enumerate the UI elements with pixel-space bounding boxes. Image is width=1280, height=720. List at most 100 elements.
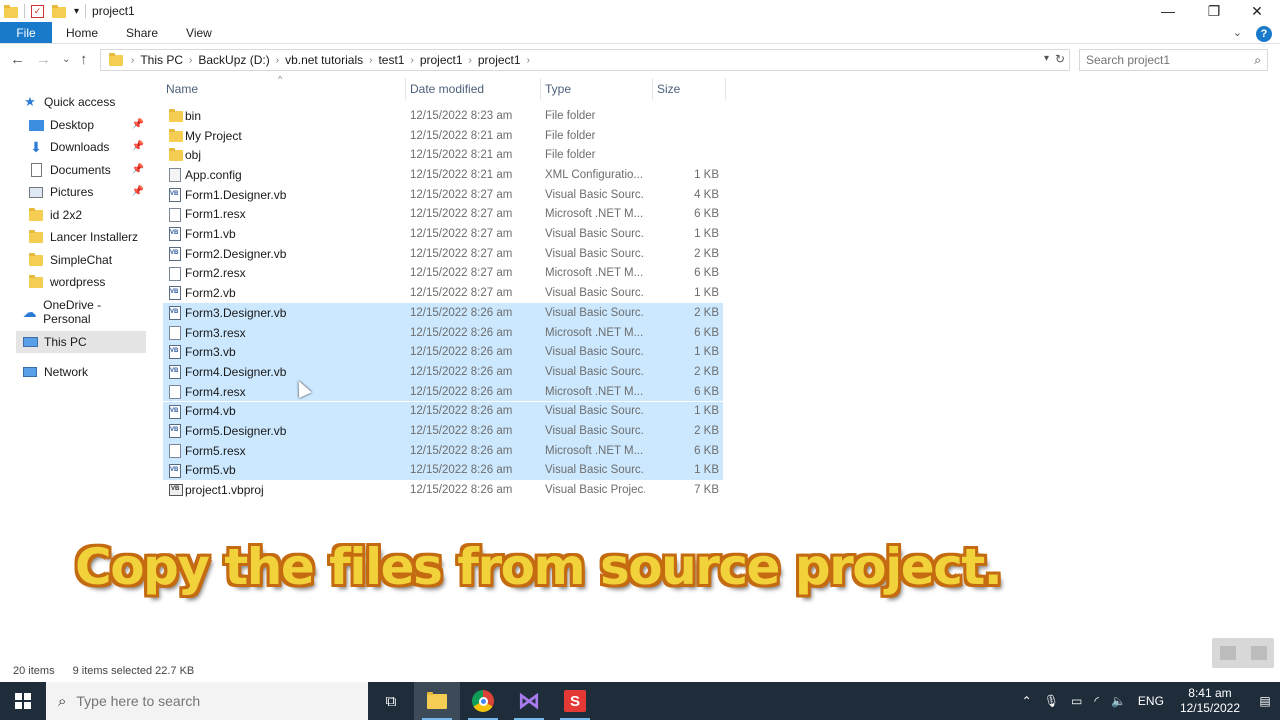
file-row[interactable]: Form4.resx 12/15/2022 8:26 am Microsoft .N… (163, 381, 723, 402)
file-row[interactable]: Form1.resx 12/15/2022 8:27 am Microsoft .N… (163, 205, 723, 225)
nav-item-desktop[interactable]: Desktop 📌 (28, 114, 146, 136)
refresh-icon[interactable]: ↻ (1055, 52, 1065, 66)
file-row[interactable]: bin 12/15/2022 8:23 am File folder (163, 106, 723, 126)
up-arrow-icon[interactable]: ↑ (80, 51, 88, 68)
breadcrumb-test1[interactable]: test1 (374, 53, 408, 67)
address-bar[interactable]: › This PC › BackUpz (D:) › vb.net tutori… (100, 49, 1070, 71)
wifi-icon[interactable]: ◜ (1094, 694, 1099, 708)
recent-locations-icon[interactable]: ⌄ (62, 54, 70, 65)
task-view-button[interactable]: ⧉ (368, 682, 414, 720)
column-divider[interactable] (540, 78, 541, 100)
column-header-type[interactable]: Type (545, 82, 571, 96)
file-row[interactable]: Form3.resx 12/15/2022 8:26 am Microsoft .N… (163, 322, 723, 343)
pin-icon[interactable]: 📌 (132, 141, 144, 152)
properties-icon[interactable]: ✓ (31, 4, 44, 18)
large-icons-view-icon[interactable] (1250, 646, 1267, 660)
file-row[interactable]: Form3.Designer.vb 12/15/2022 8:26 am Visua… (163, 303, 723, 323)
language-indicator[interactable]: ENG (1138, 694, 1164, 708)
breadcrumb-project1[interactable]: project1 (416, 53, 467, 67)
file-explorer-taskbar-button[interactable] (414, 682, 460, 720)
file-row[interactable]: App.config 12/15/2022 8:21 am XML Configur… (163, 165, 723, 185)
visual-studio-taskbar-button[interactable]: ⋈ (506, 682, 552, 720)
volume-icon[interactable]: 🔈 (1111, 694, 1126, 708)
file-row[interactable]: Form2.vb 12/15/2022 8:27 am Visual Basic S… (163, 283, 723, 303)
chevron-right-icon[interactable]: › (274, 55, 281, 66)
nav-item-documents[interactable]: Documents 📌 (28, 159, 146, 181)
chevron-right-icon[interactable]: › (408, 55, 415, 66)
nav-item-onedrive[interactable]: ☁ OneDrive - Personal (22, 298, 146, 326)
file-row[interactable]: Form3.vb 12/15/2022 8:26 am Visual Basic S… (163, 342, 723, 363)
pin-icon[interactable]: 📌 (132, 119, 144, 130)
file-row[interactable]: Form5.resx 12/15/2022 8:26 am Microsoft .N… (163, 440, 723, 461)
new-folder-icon[interactable] (52, 4, 66, 18)
tab-home[interactable]: Home (52, 22, 112, 43)
screen-recorder-taskbar-button[interactable]: S (552, 682, 598, 720)
chevron-right-icon[interactable]: › (187, 55, 194, 66)
taskbar-search[interactable]: ⌕ (46, 682, 368, 720)
notifications-icon[interactable]: ▤ (1250, 694, 1280, 708)
nav-item-simplechat[interactable]: SimpleChat (28, 249, 146, 271)
column-header-date[interactable]: Date modified (410, 82, 484, 96)
pin-icon[interactable]: 📌 (132, 186, 144, 197)
tab-share[interactable]: Share (112, 22, 172, 43)
show-hidden-icons-icon[interactable]: ⌃ (1022, 694, 1032, 708)
back-arrow-icon[interactable]: ← (10, 51, 25, 68)
details-view-icon[interactable] (1219, 646, 1236, 660)
breadcrumb-this-pc[interactable]: This PC (136, 53, 187, 67)
file-name: Form5.Designer.vb (185, 424, 287, 439)
breadcrumb-project1-current[interactable]: project1 (474, 53, 525, 67)
nav-item-network[interactable]: Network (22, 361, 146, 383)
chevron-right-icon[interactable]: › (525, 55, 532, 66)
file-type: File folder (545, 149, 596, 162)
maximize-button[interactable]: ❐ (1191, 0, 1237, 22)
battery-icon[interactable]: ▭ (1071, 694, 1082, 708)
file-row[interactable]: Form2.resx 12/15/2022 8:27 am Microsoft .N… (163, 264, 723, 284)
close-button[interactable]: ✕ (1234, 0, 1280, 22)
column-divider[interactable] (405, 78, 406, 100)
file-row[interactable]: Form1.vb 12/15/2022 8:27 am Visual Basic S… (163, 224, 723, 244)
nav-item-wordpress[interactable]: wordpress (28, 271, 146, 293)
file-row[interactable]: Form4.vb 12/15/2022 8:26 am Visual Basic S… (163, 401, 723, 422)
file-row[interactable]: Form4.Designer.vb 12/15/2022 8:26 am Visua… (163, 362, 723, 382)
microphone-icon[interactable]: 🎙 (1044, 694, 1059, 708)
file-row[interactable]: My Project 12/15/2022 8:21 am File folder (163, 126, 723, 146)
column-header-size[interactable]: Size (657, 82, 680, 96)
address-dropdown-icon[interactable]: ▾ (1044, 53, 1049, 64)
nav-item-pictures[interactable]: Pictures 📌 (28, 181, 146, 203)
file-row[interactable]: project1.vbproj 12/15/2022 8:26 am Visual … (163, 480, 723, 500)
nav-item-this-pc[interactable]: This PC (16, 331, 146, 353)
taskbar-search-input[interactable] (76, 693, 327, 709)
chrome-taskbar-button[interactable] (460, 682, 506, 720)
chevron-right-icon[interactable]: › (367, 55, 374, 66)
nav-item-label: Desktop (50, 118, 95, 132)
tab-view[interactable]: View (172, 22, 226, 43)
chevron-right-icon[interactable]: › (129, 55, 136, 66)
column-divider[interactable] (652, 78, 653, 100)
chevron-right-icon[interactable]: › (467, 55, 474, 66)
ribbon-expand-icon[interactable]: ⌄ (1233, 26, 1242, 42)
minimize-button[interactable]: — (1145, 0, 1191, 22)
file-row[interactable]: Form5.Designer.vb 12/15/2022 8:26 am Visua… (163, 421, 723, 441)
pin-icon[interactable]: 📌 (132, 164, 144, 175)
file-row[interactable]: obj 12/15/2022 8:21 am File folder (163, 145, 723, 165)
nav-item-lancer-installerz[interactable]: Lancer Installerz (28, 226, 146, 248)
breadcrumb-drive[interactable]: BackUpz (D:) (194, 53, 273, 67)
breadcrumb-tutorials[interactable]: vb.net tutorials (281, 53, 367, 67)
tab-file[interactable]: File (0, 22, 52, 43)
nav-item-id2x2[interactable]: id 2x2 (28, 204, 146, 226)
file-row[interactable]: Form2.Designer.vb 12/15/2022 8:27 am Visua… (163, 244, 723, 264)
quick-access-dropdown-icon[interactable]: ▾ (74, 6, 79, 17)
search-box[interactable]: ⌕ (1079, 49, 1268, 71)
start-button[interactable] (0, 682, 46, 720)
nav-item-quick-access[interactable]: ★ Quick access (22, 91, 168, 113)
search-icon[interactable]: ⌕ (1254, 53, 1261, 68)
column-divider[interactable] (725, 78, 726, 100)
forward-arrow-icon[interactable]: → (36, 51, 51, 68)
file-row[interactable]: Form5.vb 12/15/2022 8:26 am Visual Basic S… (163, 460, 723, 481)
clock[interactable]: 8:41 am 12/15/2022 (1180, 686, 1240, 716)
search-input[interactable] (1086, 53, 1246, 67)
help-icon[interactable]: ? (1256, 26, 1272, 42)
file-row[interactable]: Form1.Designer.vb 12/15/2022 8:27 am Visua… (163, 185, 723, 205)
nav-item-downloads[interactable]: ⬇ Downloads 📌 (28, 136, 146, 158)
column-header-name[interactable]: Name (166, 82, 198, 96)
